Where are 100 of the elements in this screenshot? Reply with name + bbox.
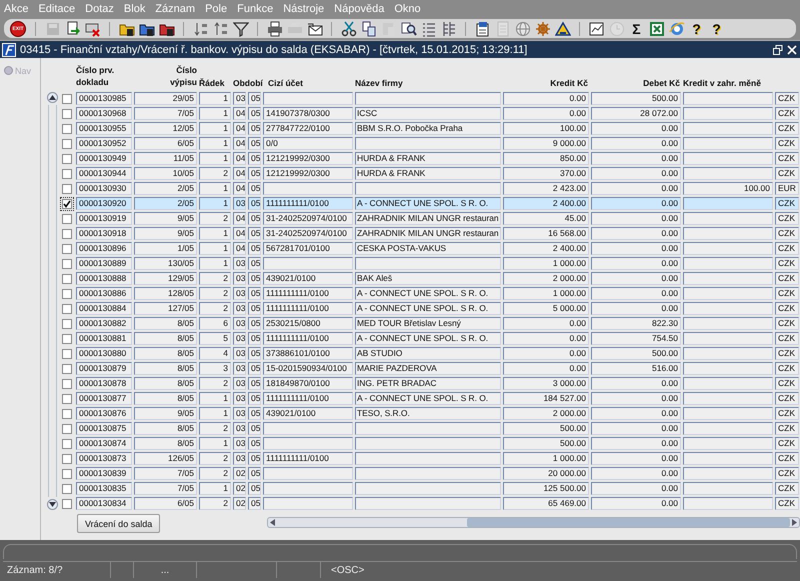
table-cell[interactable]: 9/05 xyxy=(134,212,197,225)
table-cell[interactable]: 439021/0100 xyxy=(263,272,353,285)
table-cell[interactable]: 0000130874 xyxy=(76,437,132,450)
table-cell[interactable]: 0.00 xyxy=(591,242,681,255)
table-cell[interactable]: 0.00 xyxy=(591,137,681,150)
table-cell[interactable]: CZK xyxy=(775,197,799,210)
table-cell[interactable] xyxy=(355,482,501,495)
table-cell[interactable] xyxy=(683,377,773,390)
restore-icon[interactable] xyxy=(773,44,783,54)
table-cell[interactable]: 0000130944 xyxy=(76,167,132,180)
table-cell[interactable]: 2 xyxy=(199,422,231,435)
checkbox[interactable] xyxy=(62,468,72,478)
table-cell[interactable]: 0.00 xyxy=(503,332,589,345)
checkbox[interactable] xyxy=(62,244,72,254)
table-cell[interactable]: 02 xyxy=(233,467,246,480)
table-cell[interactable]: 1 xyxy=(199,242,231,255)
table-cell[interactable]: 0.00 xyxy=(591,497,681,510)
table-cell[interactable]: 1 xyxy=(199,122,231,135)
close-icon[interactable] xyxy=(787,44,797,54)
scroll-right-icon[interactable] xyxy=(792,519,797,526)
table-cell[interactable]: 2 xyxy=(199,287,231,300)
table-cell[interactable]: 0.00 xyxy=(591,392,681,405)
table-cell[interactable]: 7/05 xyxy=(134,107,197,120)
table-cell[interactable]: 373886101/0100 xyxy=(263,347,353,360)
filter-icon[interactable] xyxy=(231,20,250,38)
checkbox[interactable] xyxy=(62,394,72,404)
table-cell[interactable] xyxy=(263,257,353,270)
table-cell[interactable]: 04 xyxy=(233,152,246,165)
table-cell[interactable]: 516.00 xyxy=(591,362,681,375)
checkbox[interactable] xyxy=(62,304,72,314)
table-cell[interactable]: 0000130877 xyxy=(76,392,132,405)
table-cell[interactable] xyxy=(263,422,353,435)
table-cell[interactable] xyxy=(683,362,773,375)
table-cell[interactable]: 05 xyxy=(248,467,261,480)
table-cell[interactable]: 2 423.00 xyxy=(503,182,589,195)
return-button[interactable]: Vrácení do salda xyxy=(77,514,160,533)
table-cell[interactable]: CZK xyxy=(775,437,799,450)
checkbox[interactable] xyxy=(62,228,72,238)
table-cell[interactable]: 03 xyxy=(233,362,246,375)
table-cell[interactable]: 0000130839 xyxy=(76,467,132,480)
table-cell[interactable]: 850.00 xyxy=(503,152,589,165)
table-cell[interactable]: 8/05 xyxy=(134,317,197,330)
table-cell[interactable]: 6/05 xyxy=(134,137,197,150)
table-cell[interactable]: 8/05 xyxy=(134,347,197,360)
table-cell[interactable] xyxy=(683,482,773,495)
table-cell[interactable]: 0.00 xyxy=(591,452,681,465)
checkbox[interactable] xyxy=(62,138,72,148)
table-cell[interactable] xyxy=(683,467,773,480)
table-cell[interactable]: 04 xyxy=(233,242,246,255)
checkbox[interactable] xyxy=(62,498,72,508)
checkbox[interactable] xyxy=(62,454,72,464)
table-cell[interactable] xyxy=(683,287,773,300)
table-cell[interactable]: 128/05 xyxy=(134,287,197,300)
table-cell[interactable]: 0000130949 xyxy=(76,152,132,165)
table-cell[interactable]: 0000130835 xyxy=(76,482,132,495)
table-cell[interactable]: 03 xyxy=(233,377,246,390)
gear-icon[interactable] xyxy=(533,20,552,38)
checkbox[interactable] xyxy=(62,94,72,104)
table-cell[interactable]: 0000130879 xyxy=(76,362,132,375)
table-cell[interactable]: 1 xyxy=(199,227,231,240)
table-cell[interactable]: 05 xyxy=(248,212,261,225)
table-cell[interactable]: 10/05 xyxy=(134,167,197,180)
table-cell[interactable]: 05 xyxy=(248,182,261,195)
sum-button[interactable]: Σ xyxy=(627,20,646,38)
table-cell[interactable]: 0.00 xyxy=(591,152,681,165)
table-cell[interactable]: 1111111111/0100 xyxy=(263,392,353,405)
table-cell[interactable]: CZK xyxy=(775,107,799,120)
table-cell[interactable]: 05 xyxy=(248,167,261,180)
table-cell[interactable]: 0000130876 xyxy=(76,407,132,420)
table-cell[interactable] xyxy=(263,467,353,480)
horizontal-scrollbar[interactable] xyxy=(267,517,800,528)
table-cell[interactable]: 28 072.00 xyxy=(591,107,681,120)
table-cell[interactable]: 12/05 xyxy=(134,122,197,135)
table-cell[interactable]: 2/05 xyxy=(134,182,197,195)
table-cell[interactable]: 05 xyxy=(248,452,261,465)
table-cell[interactable]: 181849870/0100 xyxy=(263,377,353,390)
table-cell[interactable]: 03 xyxy=(233,452,246,465)
checkbox[interactable] xyxy=(62,198,72,208)
checkbox[interactable] xyxy=(62,378,72,388)
table-cell[interactable]: 1 xyxy=(199,92,231,105)
table-cell[interactable]: 05 xyxy=(248,407,261,420)
table-cell[interactable]: 0000130878 xyxy=(76,377,132,390)
table-cell[interactable]: 0000130873 xyxy=(76,452,132,465)
table-cell[interactable]: CZK xyxy=(775,497,799,510)
table-cell[interactable]: 7/05 xyxy=(134,467,197,480)
table-cell[interactable]: 05 xyxy=(248,332,261,345)
table-cell[interactable]: 4 xyxy=(199,347,231,360)
table-cell[interactable]: CZK xyxy=(775,332,799,345)
table-cell[interactable] xyxy=(355,92,501,105)
table-cell[interactable]: A - CONNECT UNE SPOL. S R. O. xyxy=(355,302,501,315)
table-cell[interactable]: 0000130888 xyxy=(76,272,132,285)
table-cell[interactable] xyxy=(683,272,773,285)
table-cell[interactable] xyxy=(683,107,773,120)
table-cell[interactable]: 1 xyxy=(199,182,231,195)
search-icon[interactable] xyxy=(399,20,418,38)
table-cell[interactable]: 1111111111/0100 xyxy=(263,452,353,465)
checkbox[interactable] xyxy=(62,288,72,298)
table-cell[interactable]: 04 xyxy=(233,227,246,240)
table-cell[interactable]: CZK xyxy=(775,362,799,375)
table-cell[interactable]: EUR xyxy=(775,182,799,195)
